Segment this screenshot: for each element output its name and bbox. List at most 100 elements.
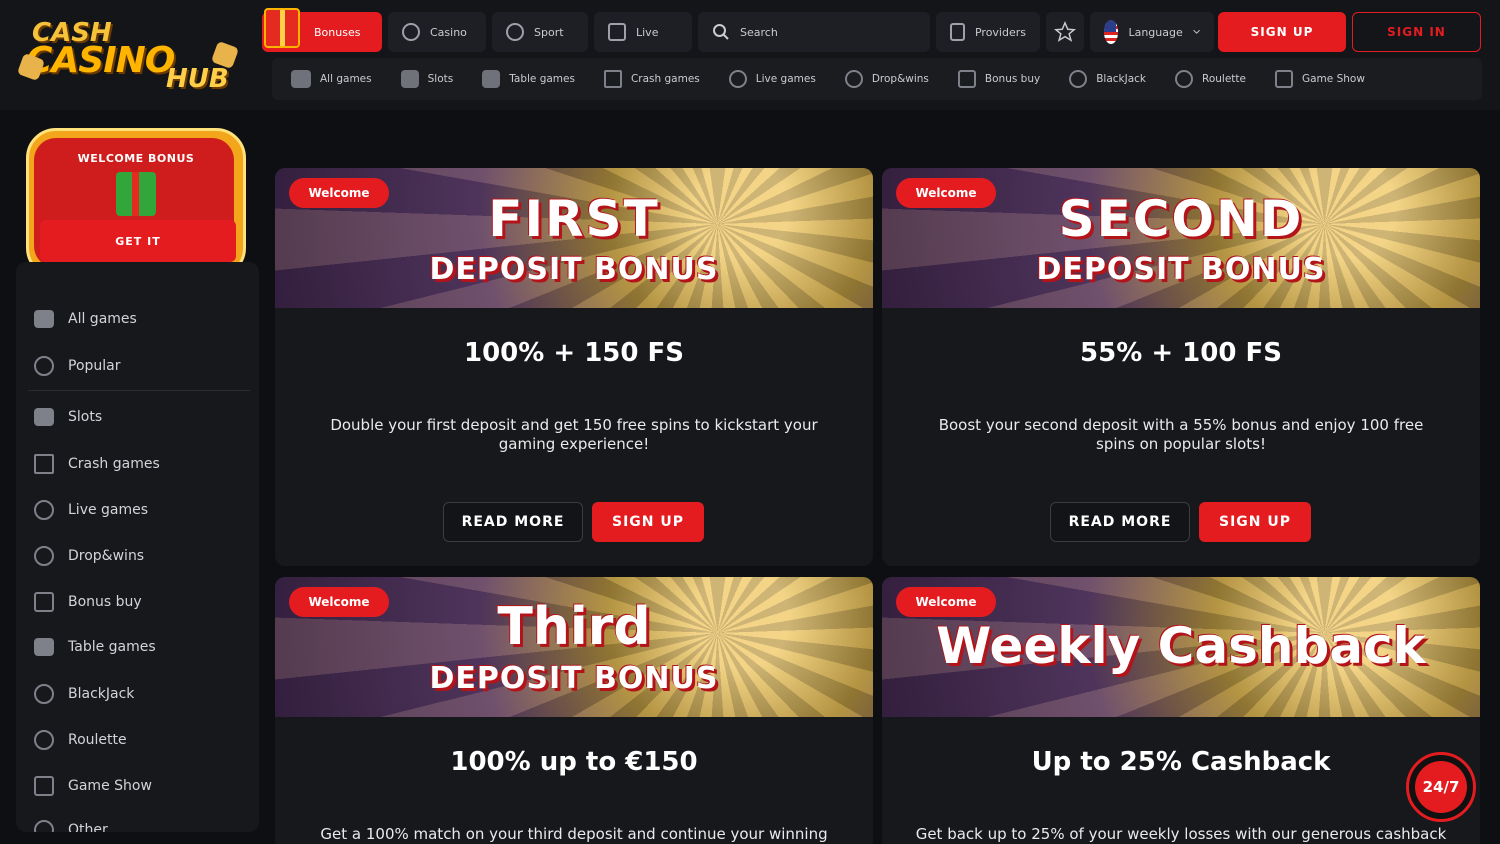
nav-live-label: Live <box>636 25 659 39</box>
sign-up-button[interactable]: SIGN UP <box>1218 12 1346 52</box>
sidebar-item-blackjack[interactable]: BlackJack <box>34 684 134 704</box>
gift-icon <box>264 8 300 48</box>
nav-casino-label: Casino <box>430 25 467 39</box>
bonus-card-first-deposit: Welcome FIRST DEPOSIT BONUS 100% + 150 F… <box>275 168 873 566</box>
slots-seven-icon <box>34 408 54 426</box>
category-label: Roulette <box>1202 73 1246 85</box>
sidebar-divider <box>28 390 250 391</box>
category-crash-games[interactable]: Crash games <box>603 70 700 88</box>
sidebar-item-live-games[interactable]: Live games <box>34 500 148 520</box>
card-banner: Welcome FIRST DEPOSIT BONUS <box>275 168 873 308</box>
site-logo[interactable]: CASH CASINO HUB <box>16 16 243 96</box>
get-it-button[interactable]: GET IT <box>40 220 236 262</box>
card-title: SECOND <box>1058 190 1304 248</box>
sidebar-item-label: Game Show <box>68 778 152 794</box>
broadcast-icon <box>728 70 747 88</box>
support-chat-button[interactable]: 24/7 <box>1406 752 1476 822</box>
top-bar: CASH CASINO HUB Bonuses Casino Sport Liv… <box>0 0 1500 110</box>
sidebar-item-label: Slots <box>68 409 103 425</box>
sidebar-item-bonus-buy[interactable]: Bonus buy <box>34 592 142 612</box>
sidebar-item-label: Live games <box>68 502 149 518</box>
bonus-card-weekly-cashback: Welcome Weekly Cashback Up to 25% Cashba… <box>882 577 1480 844</box>
plane-icon <box>603 70 622 88</box>
category-label: Live games <box>755 73 816 85</box>
category-all-games[interactable]: All games <box>291 70 372 88</box>
cards-icon <box>482 70 501 88</box>
category-roulette[interactable]: Roulette <box>1175 70 1246 88</box>
welcome-bonus-banner[interactable]: WELCOME BONUS GET IT <box>24 128 248 278</box>
language-select[interactable]: Language <box>1090 12 1214 52</box>
nav-providers-button[interactable]: Providers <box>936 12 1040 52</box>
category-game-show[interactable]: Game Show <box>1274 70 1365 88</box>
card-sign-up-button[interactable]: SIGN UP <box>1199 502 1311 542</box>
card-offer: Up to 25% Cashback <box>1031 747 1331 777</box>
card-title: FIRST <box>488 190 660 248</box>
sidebar-item-label: Popular <box>68 358 121 374</box>
nav-casino-button[interactable]: Casino <box>388 12 486 52</box>
sidebar-item-slots[interactable]: Slots <box>34 408 102 426</box>
card-description: Get back up to 25% of your weekly losses… <box>915 825 1447 843</box>
category-drop-wins[interactable]: Drop&wins <box>844 70 929 88</box>
nav-live-button[interactable]: Live <box>594 12 692 52</box>
sidebar-item-roulette[interactable]: Roulette <box>34 730 127 750</box>
chip-icon <box>1069 70 1088 88</box>
live-show-icon <box>1274 70 1293 88</box>
support-label: 24/7 <box>1415 761 1467 813</box>
nav-sport-button[interactable]: Sport <box>492 12 588 52</box>
live-tv-icon <box>608 23 626 41</box>
logo-text-hub: HUB <box>166 64 229 94</box>
slots-seven-icon <box>400 70 419 88</box>
nav-providers-label: Providers <box>974 25 1026 39</box>
roulette-icon <box>34 730 54 750</box>
sport-ball-icon <box>506 23 524 41</box>
sidebar-item-other[interactable]: Other <box>34 820 108 832</box>
sidebar-item-drop-wins[interactable]: Drop&wins <box>34 546 144 566</box>
welcome-bonus-title: WELCOME BONUS <box>77 152 195 165</box>
roulette-icon <box>1175 70 1193 88</box>
card-title: Weekly Cashback <box>936 617 1426 675</box>
sidebar-item-all-games[interactable]: All games <box>34 310 137 328</box>
wheel-icon <box>34 546 54 566</box>
category-table-games[interactable]: Table games <box>482 70 575 88</box>
sidebar-item-game-show[interactable]: Game Show <box>34 776 152 796</box>
puzzle-icon <box>950 23 965 41</box>
card-description: Double your first deposit and get 150 fr… <box>330 416 818 453</box>
category-slots[interactable]: Slots <box>400 70 453 88</box>
category-live-games[interactable]: Live games <box>728 70 816 88</box>
chevron-down-icon <box>1193 29 1200 34</box>
sign-in-button[interactable]: SIGN IN <box>1352 12 1481 52</box>
bonus-buy-icon <box>34 592 54 612</box>
wheel-icon <box>844 70 863 88</box>
card-subtitle: DEPOSIT BONUS <box>429 252 719 287</box>
language-label: Language <box>1128 25 1183 39</box>
cards-icon <box>34 638 54 656</box>
sidebar-item-crash-games[interactable]: Crash games <box>34 454 160 474</box>
read-more-button[interactable]: READ MORE <box>1050 502 1190 542</box>
category-label: Game Show <box>1301 73 1365 85</box>
sidebar-item-popular[interactable]: Popular <box>34 356 121 376</box>
chip-icon <box>34 684 54 704</box>
sidebar-item-table-games[interactable]: Table games <box>34 638 156 656</box>
grid-icon <box>291 70 311 88</box>
category-label: Drop&wins <box>871 73 929 85</box>
card-offer: 55% + 100 FS <box>1080 338 1282 368</box>
bonus-card-third-deposit: Welcome Third DEPOSIT BONUS 100% up to €… <box>275 577 873 844</box>
nav-sport-label: Sport <box>534 25 564 39</box>
read-more-button[interactable]: READ MORE <box>443 502 583 542</box>
favorites-button[interactable] <box>1046 12 1084 52</box>
card-description: Get a 100% match on your third deposit a… <box>320 825 828 843</box>
gift-icon <box>116 172 156 216</box>
nav-bonuses-button[interactable]: Bonuses <box>262 8 382 52</box>
sidebar-item-label: BlackJack <box>68 686 135 702</box>
category-bonus-buy[interactable]: Bonus buy <box>957 70 1040 88</box>
card-banner: Welcome Third DEPOSIT BONUS <box>275 577 873 717</box>
card-subtitle: DEPOSIT BONUS <box>429 661 719 696</box>
search-input[interactable]: Search <box>698 12 930 52</box>
category-label: Table games <box>509 73 575 85</box>
card-sign-up-button[interactable]: SIGN UP <box>592 502 704 542</box>
plane-icon <box>34 454 54 474</box>
sidebar: All games Popular Slots Crash games Live… <box>16 262 259 832</box>
category-blackjack[interactable]: BlackJack <box>1069 70 1146 88</box>
bonus-buy-icon <box>957 70 976 88</box>
category-bar: All games Slots Table games Crash games … <box>272 58 1482 100</box>
